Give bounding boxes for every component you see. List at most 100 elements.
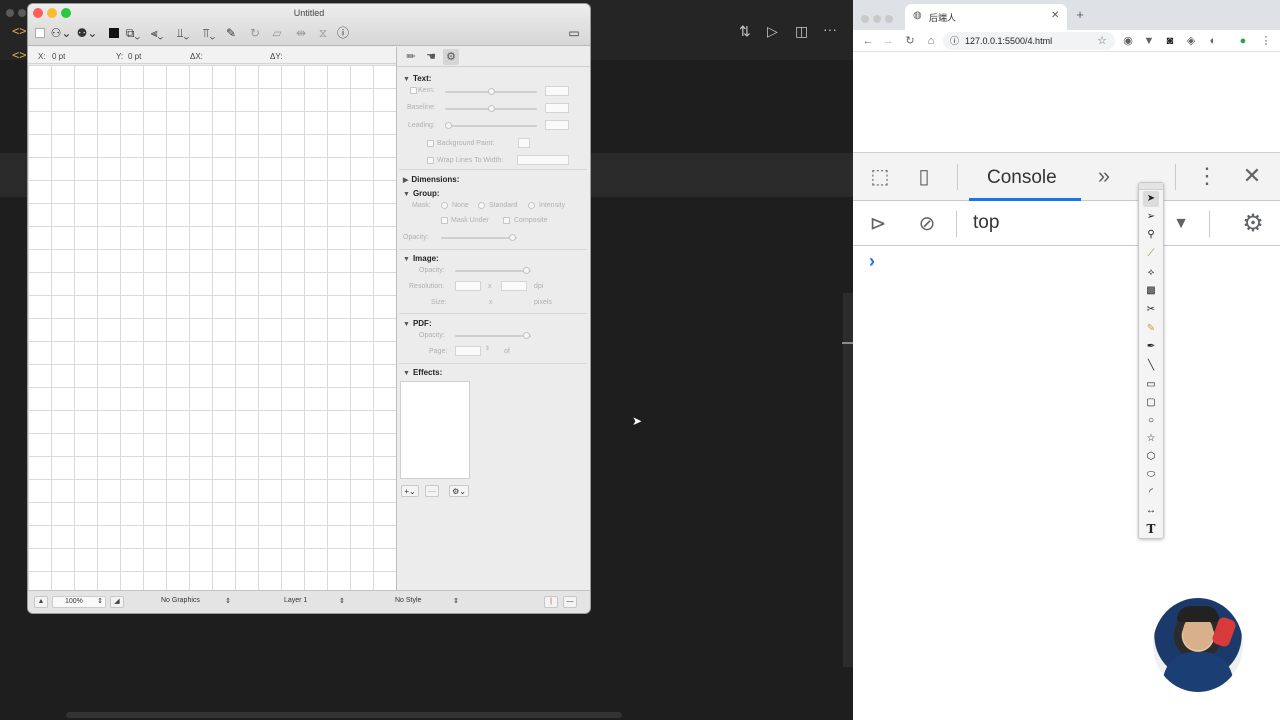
browser-tab[interactable]: ◍ 后端人 ✕ <box>905 4 1067 30</box>
select-arrow-icon[interactable]: ➤ <box>1143 191 1159 207</box>
page-stepper-icon[interactable]: ⇕ <box>485 345 490 352</box>
pencil-icon[interactable]: ✎ <box>1143 321 1159 337</box>
close-devtools-icon[interactable]: ✕ <box>1239 164 1265 188</box>
zoom-out-mountain-icon[interactable]: ▲ <box>34 596 48 608</box>
graphics-selector[interactable]: No Graphics <box>161 597 200 604</box>
baseline-slider[interactable] <box>445 105 537 112</box>
dimension-icon[interactable]: ↔ <box>1143 503 1159 519</box>
context-selector[interactable]: top <box>973 212 999 234</box>
wrap-lines-checkbox[interactable] <box>427 157 434 164</box>
layer-selector[interactable]: Layer 1 <box>284 597 307 604</box>
flip-vertical-icon[interactable]: ⧖ <box>316 25 330 41</box>
remove-effect-button[interactable]: — <box>425 485 439 497</box>
arrange-icon[interactable]: ⧉⌄ <box>122 25 144 41</box>
star-icon[interactable]: ☆ <box>1143 431 1159 447</box>
back-icon[interactable]: ← <box>861 34 875 48</box>
ungroup-icon[interactable]: ⚉⌄ <box>76 25 98 41</box>
editor-vertical-scrollbar[interactable] <box>843 293 853 667</box>
device-toolbar-icon[interactable]: ▯ <box>911 165 937 189</box>
background-paint-swatch[interactable] <box>518 138 530 148</box>
close-tab-icon[interactable]: ✕ <box>1051 10 1059 21</box>
distribute-icon[interactable]: ⫪⌄ <box>198 25 220 41</box>
style-selector[interactable]: No Style <box>395 597 421 604</box>
mask-none-radio[interactable] <box>441 202 448 209</box>
more-icon[interactable]: ··· <box>823 21 837 37</box>
more-tabs-icon[interactable]: » <box>1091 164 1117 188</box>
circle-icon[interactable]: ○ <box>1143 413 1159 429</box>
run-icon[interactable]: ▷ <box>767 23 778 39</box>
group-icon[interactable]: ⚇⌄ <box>50 25 72 41</box>
gradient-icon[interactable]: ▩ <box>1143 283 1159 299</box>
image-section-header[interactable]: ▼ Image: <box>403 254 439 263</box>
flip-horizontal-icon[interactable]: ⇹ <box>294 25 308 41</box>
ruler-icon[interactable]: ⟋ <box>1143 246 1159 262</box>
palette-drag-handle[interactable] <box>1139 183 1163 190</box>
leading-slider[interactable] <box>445 122 537 129</box>
mask-intensity-radio[interactable] <box>528 202 535 209</box>
image-opacity-slider[interactable] <box>455 267 531 274</box>
rounded-rect-icon[interactable]: ▢ <box>1143 395 1159 411</box>
console-settings-gear-icon[interactable]: ⚙ <box>1239 211 1267 237</box>
tab-console[interactable]: Console <box>987 167 1057 189</box>
graphics-stepper-icon[interactable]: ⇕ <box>225 597 231 605</box>
text-tool-icon[interactable]: T <box>1143 521 1159 537</box>
pen-icon[interactable]: ✒ <box>1143 339 1159 355</box>
rectangle-icon[interactable]: ▭ <box>1143 377 1159 393</box>
resolution-x-field[interactable] <box>455 281 481 291</box>
align-left-icon[interactable]: ⫷⌄ <box>146 25 168 41</box>
rotate-icon[interactable]: ↻ <box>248 25 262 41</box>
pdf-section-header[interactable]: ▼ PDF: <box>403 319 432 328</box>
inspect-element-icon[interactable]: ⬚ <box>867 165 893 189</box>
resolution-y-field[interactable] <box>501 281 527 291</box>
group-opacity-slider[interactable] <box>441 234 517 241</box>
sidebar-toggle-icon[interactable]: ⊳ <box>865 212 891 236</box>
mask-standard-radio[interactable] <box>478 202 485 209</box>
ruler-tab-icon[interactable]: ✏ <box>403 49 419 65</box>
brush-icon[interactable]: ✎ <box>224 25 238 41</box>
forward-icon[interactable]: → <box>881 34 895 48</box>
kern-checkbox[interactable] <box>410 87 417 94</box>
scissors-icon[interactable]: ✂ <box>1143 302 1159 318</box>
skew-icon[interactable]: ▱ <box>270 25 284 41</box>
wrap-width-field[interactable] <box>517 155 569 165</box>
profile-avatar-icon[interactable]: ● <box>1236 34 1250 48</box>
browser-menu-icon[interactable]: ⋮ <box>1259 34 1273 48</box>
layer-stepper-icon[interactable]: ⇕ <box>339 597 345 605</box>
context-dropdown-icon[interactable]: ▼ <box>1171 213 1191 235</box>
extension-icon[interactable]: ◙ <box>1163 34 1177 48</box>
arc-icon[interactable]: ◜ <box>1143 485 1159 501</box>
effects-section-header[interactable]: ▼ Effects: <box>403 368 442 377</box>
sidebar-toggle-icon[interactable]: ▭ <box>565 25 583 41</box>
polygon-icon[interactable]: ⬡ <box>1143 449 1159 465</box>
group-section-header[interactable]: ▼ Group: <box>403 189 440 198</box>
home-icon[interactable]: ⌂ <box>924 34 938 48</box>
dimensions-section-header[interactable]: ▶ Dimensions: <box>403 175 459 184</box>
extension-icon[interactable]: ◐ <box>1206 34 1220 48</box>
composite-checkbox[interactable] <box>503 217 510 224</box>
baseline-field[interactable] <box>545 103 569 113</box>
address-bar[interactable]: ⓘ 127.0.0.1:5500/4.html <box>943 32 1115 50</box>
align-bottom-icon[interactable]: ⫫⌄ <box>172 25 194 41</box>
kern-slider[interactable] <box>445 88 537 95</box>
drawing-canvas[interactable] <box>28 65 396 590</box>
hand-tab-icon[interactable]: ☚ <box>423 49 439 65</box>
pdf-opacity-slider[interactable] <box>455 332 531 339</box>
clear-console-icon[interactable]: ⊘ <box>914 212 940 236</box>
eyedropper-icon[interactable]: ⟡ <box>1143 265 1159 281</box>
line-icon[interactable]: ╲ <box>1143 358 1159 374</box>
text-section-header[interactable]: ▼ Text: <box>403 74 431 83</box>
new-tab-icon[interactable]: + <box>1073 8 1087 22</box>
extension-icon[interactable]: ◈ <box>1184 34 1198 48</box>
extension-icon[interactable]: ◉ <box>1121 34 1135 48</box>
remove-layer-button[interactable]: — <box>563 596 577 608</box>
ellipse-icon[interactable]: ⬭ <box>1143 467 1159 483</box>
zoom-icon[interactable]: ⚲ <box>1143 227 1159 243</box>
page-field[interactable] <box>455 346 481 356</box>
bookmark-star-icon[interactable]: ☆ <box>1095 34 1109 48</box>
effects-list[interactable] <box>400 381 470 479</box>
info-icon[interactable]: ⓘ <box>336 25 350 41</box>
reload-icon[interactable]: ↻ <box>903 34 917 48</box>
stroke-color-swatch[interactable] <box>109 28 119 38</box>
split-editor-icon[interactable]: ◫ <box>795 23 808 39</box>
source-control-icon[interactable]: ⇅ <box>739 23 751 39</box>
